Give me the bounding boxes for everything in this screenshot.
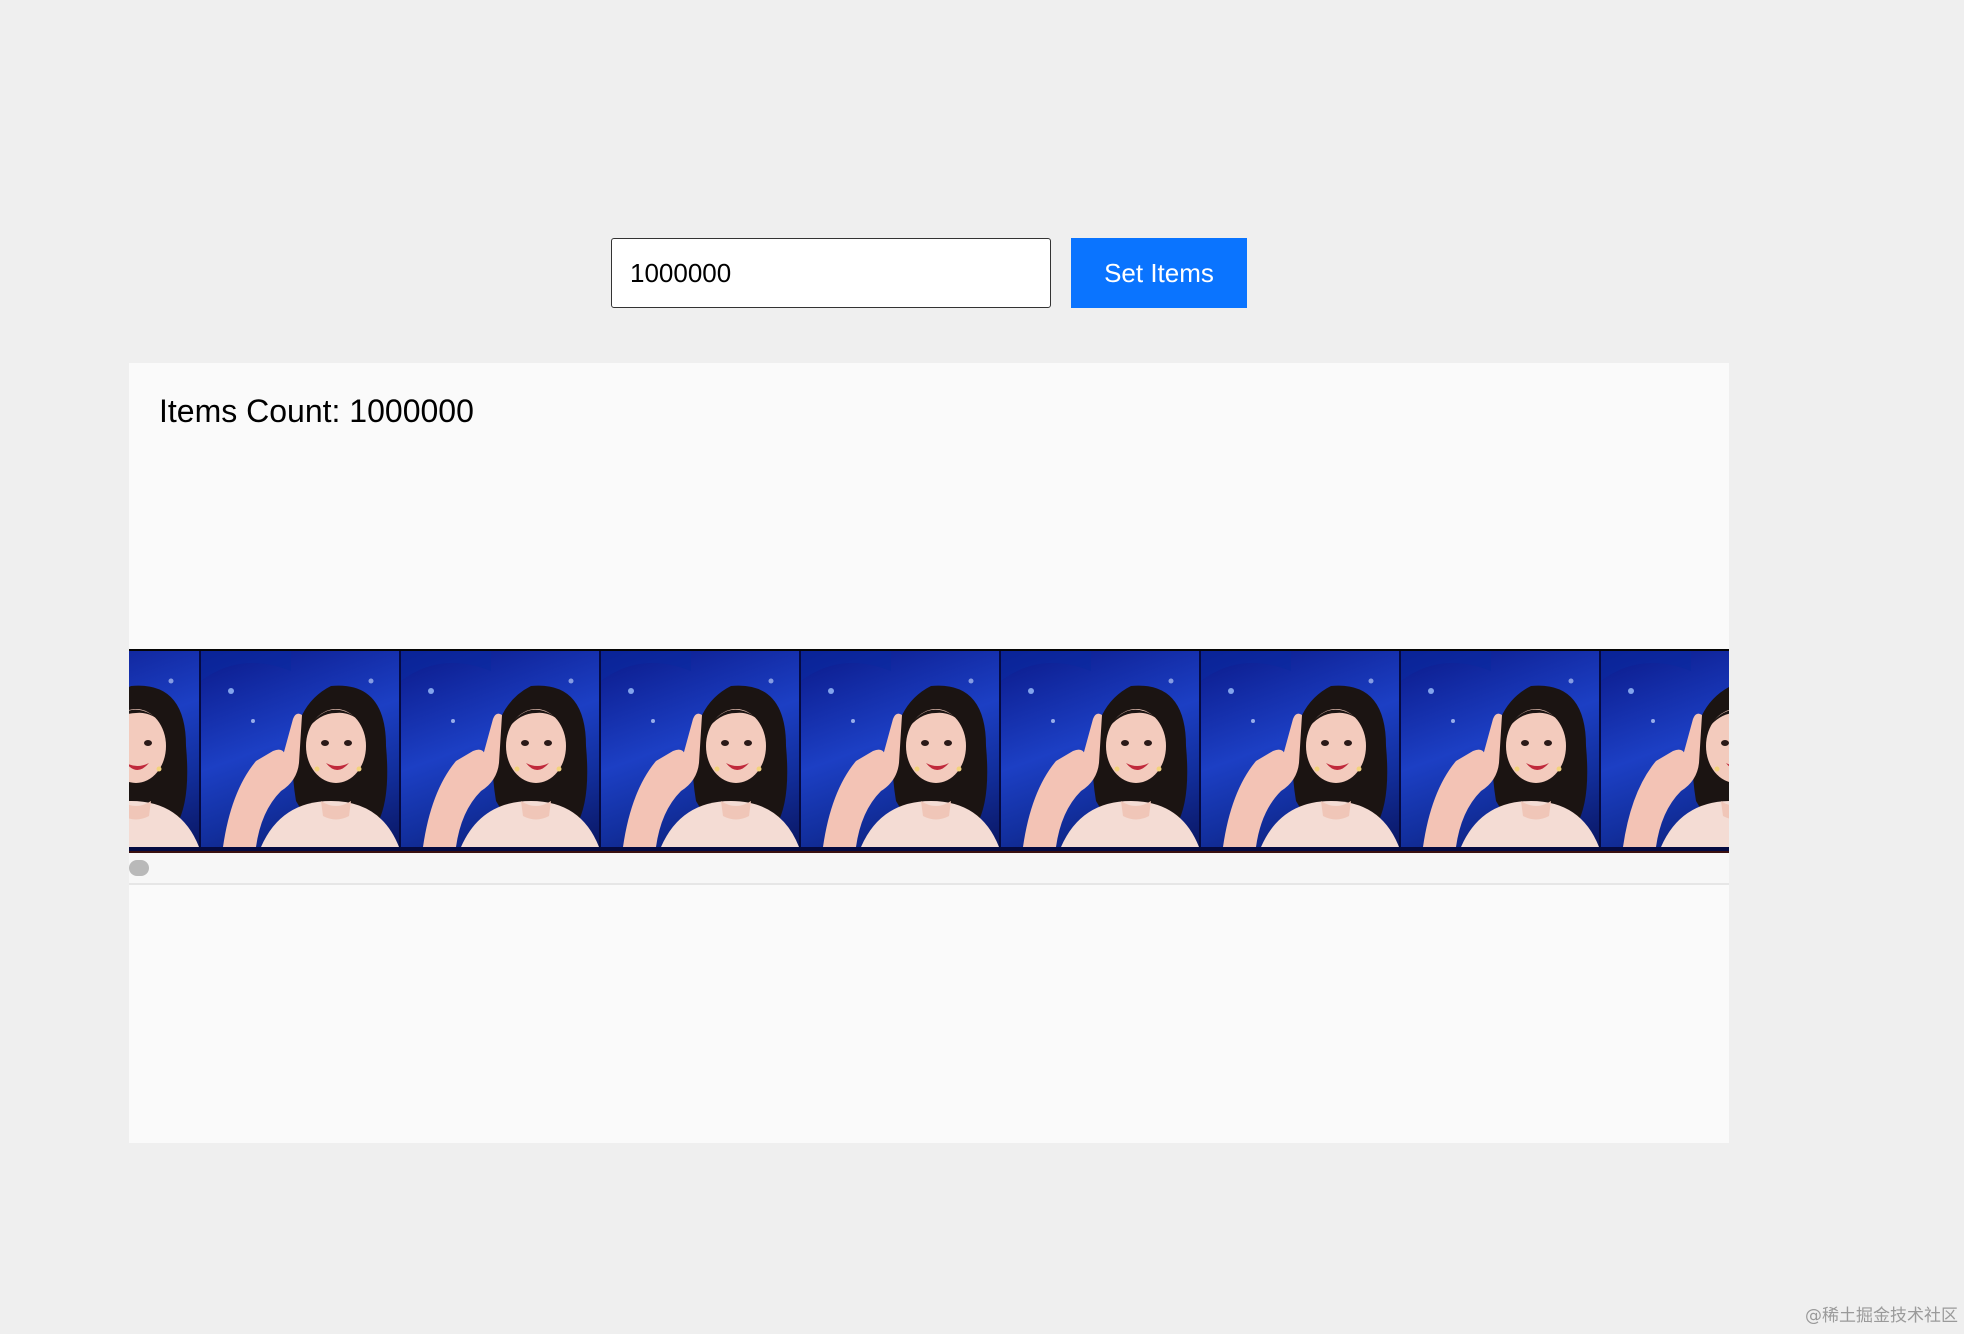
thumbnail-image: [401, 651, 599, 847]
site-watermark: @稀土掘金技术社区: [1805, 1306, 1958, 1326]
set-items-button[interactable]: Set Items: [1071, 238, 1247, 308]
image-strip-track: [129, 651, 1729, 847]
thumbnail-image: [601, 651, 799, 847]
thumbnail-image: [1601, 651, 1729, 847]
thumbnail-image: [801, 651, 999, 847]
scrollbar-thumb[interactable]: [129, 860, 149, 876]
items-count-input[interactable]: [611, 238, 1051, 308]
thumbnail-image: [129, 651, 199, 847]
items-count-label: Items Count: 1000000: [159, 393, 474, 429]
item-controls: Set Items: [611, 238, 1247, 308]
horizontal-scrollbar[interactable]: [129, 853, 1729, 885]
virtual-list-panel: Items Count: 1000000: [129, 363, 1729, 1143]
thumbnail-image: [1401, 651, 1599, 847]
thumbnail-image: [1001, 651, 1199, 847]
thumbnail-image: [1201, 651, 1399, 847]
image-strip-viewport[interactable]: [129, 649, 1729, 853]
thumbnail-image: [201, 651, 399, 847]
